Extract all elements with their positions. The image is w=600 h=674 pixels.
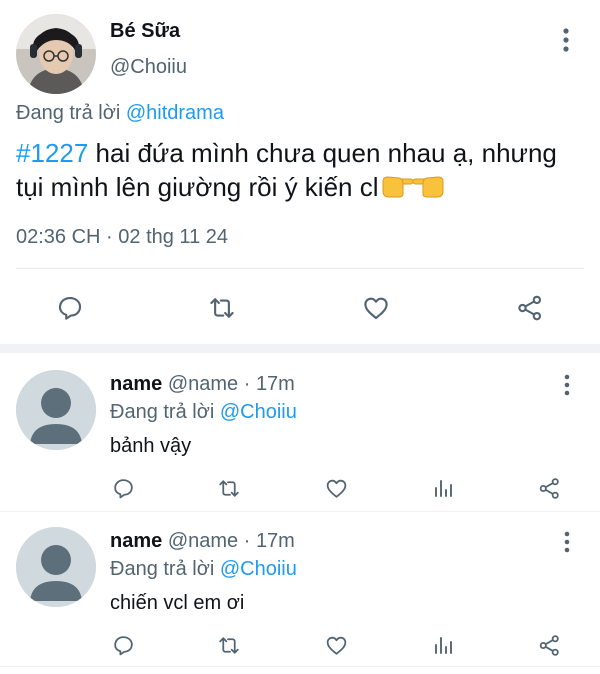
reply-author-handle[interactable]: @name	[168, 373, 238, 395]
reply-header: name @name · 17m	[110, 530, 295, 553]
dot-separator: ·	[238, 373, 256, 395]
timestamp[interactable]: 02:36 CH · 02 thg 11 24	[16, 226, 228, 249]
reply-author-handle[interactable]: @name	[168, 530, 238, 552]
reply-icon[interactable]	[52, 290, 88, 326]
replying-to: Đang trả lời @Choiiu	[110, 558, 297, 581]
retweet-icon[interactable]	[214, 630, 244, 660]
reply-header: name @name · 17m	[110, 373, 295, 396]
retweet-icon[interactable]	[214, 473, 244, 503]
like-icon[interactable]	[358, 290, 394, 326]
tweet-body: hai đứa mình chưa quen nhau ạ, nhưng tụi…	[16, 138, 557, 202]
share-icon[interactable]	[534, 630, 564, 660]
replying-prefix: Đang trả lời	[16, 102, 126, 124]
divider	[0, 666, 600, 667]
share-icon[interactable]	[534, 473, 564, 503]
replying-to-handle[interactable]: @hitdrama	[126, 102, 224, 124]
more-options-icon[interactable]	[558, 373, 576, 397]
more-options-icon[interactable]	[556, 26, 576, 54]
reply-actions	[0, 626, 600, 662]
reply-tweet[interactable]: name @name · 17m Đang trả lời @Choiiu ch…	[0, 510, 600, 668]
pointing-fingers-emoji	[379, 170, 447, 208]
replying-prefix: Đang trả lời	[110, 558, 220, 580]
like-icon[interactable]	[321, 630, 351, 660]
reply-actions	[0, 469, 600, 505]
replying-prefix: Đang trả lời	[110, 401, 220, 423]
reply-text: chiến vcl em ơi	[110, 592, 245, 614]
replying-to-handle[interactable]: @Choiiu	[220, 558, 297, 580]
author-handle[interactable]: @Choiiu	[110, 56, 187, 79]
avatar[interactable]	[16, 527, 96, 607]
replying-to-handle[interactable]: @Choiiu	[220, 401, 297, 423]
reply-icon[interactable]	[108, 473, 138, 503]
replying-to: Đang trả lời @Choiiu	[110, 401, 297, 424]
reply-text: bảnh vậy	[110, 435, 192, 457]
author-name[interactable]: Bé Sữa	[110, 20, 180, 43]
more-options-icon[interactable]	[558, 530, 576, 554]
hashtag[interactable]: #1227	[16, 138, 88, 168]
retweet-icon[interactable]	[204, 290, 240, 326]
reply-author-name[interactable]: name	[110, 373, 162, 395]
main-tweet: Bé Sữa @Choiiu Đang trả lời @hitdrama #1…	[0, 0, 600, 346]
reply-time[interactable]: 17m	[256, 530, 295, 552]
share-icon[interactable]	[512, 290, 548, 326]
reply-icon[interactable]	[108, 630, 138, 660]
tweet-text: #1227 hai đứa mình chưa quen nhau ạ, như…	[16, 136, 591, 208]
reply-author-name[interactable]: name	[110, 530, 162, 552]
reply-tweet[interactable]: name @name · 17m Đang trả lời @Choiiu bả…	[0, 353, 600, 511]
analytics-icon[interactable]	[428, 473, 458, 503]
divider	[16, 268, 584, 269]
replying-to: Đang trả lời @hitdrama	[16, 102, 224, 125]
analytics-icon[interactable]	[428, 630, 458, 660]
section-separator	[0, 344, 600, 353]
avatar[interactable]	[16, 14, 96, 94]
reply-time[interactable]: 17m	[256, 373, 295, 395]
tweet-actions	[0, 280, 600, 332]
dot-separator: ·	[238, 530, 256, 552]
like-icon[interactable]	[321, 473, 351, 503]
avatar[interactable]	[16, 370, 96, 450]
